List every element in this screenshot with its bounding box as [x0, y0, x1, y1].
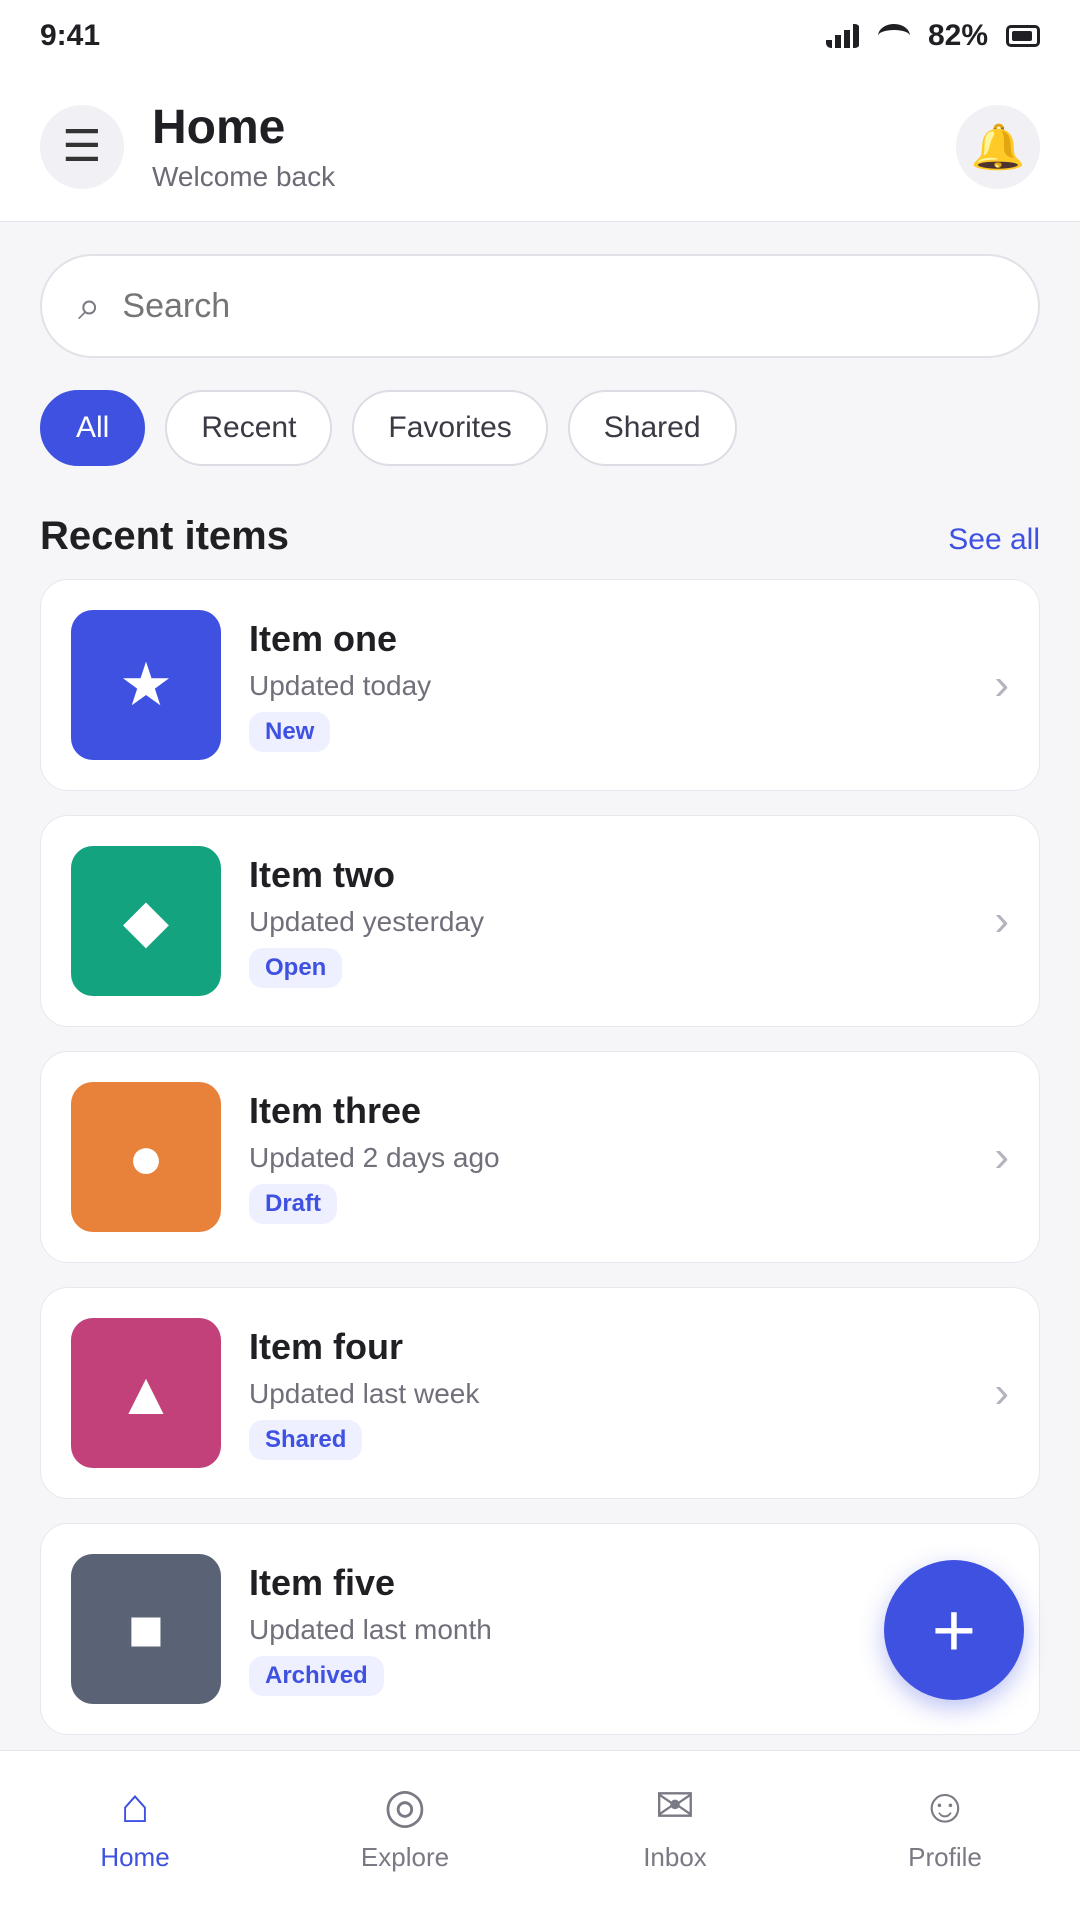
battery-icon [1006, 25, 1040, 47]
chip-shared[interactable]: Shared [567, 390, 737, 466]
status-badge: New [249, 712, 331, 752]
nav-item-inbox[interactable]: ✉ Inbox [575, 1778, 775, 1873]
bottom-navigation: ⌂ Home ◎ Explore ✉ Inbox ☺ Profile [0, 1750, 1080, 1920]
item-thumbnail-icon: ▲ [71, 1318, 221, 1468]
nav-item-home[interactable]: ⌂ Home [35, 1779, 235, 1873]
see-all-link[interactable]: See all [948, 523, 1040, 557]
section-header: Recent items See all [0, 466, 1080, 579]
status-time: 9:41 [40, 19, 101, 52]
nav-label: Profile [908, 1841, 982, 1872]
battery-level: 82% [927, 19, 988, 52]
chip-favorites[interactable]: Favorites [352, 390, 548, 466]
list-item[interactable]: ▲ Item four Updated last week Shared › [40, 1287, 1040, 1499]
status-badge: Open [249, 948, 343, 988]
list-item[interactable]: ★ Item one Updated today New › [40, 579, 1040, 791]
chevron-right-icon: › [994, 660, 1009, 709]
nav-item-profile[interactable]: ☺ Profile [845, 1779, 1045, 1873]
nav-label: Inbox [643, 1842, 707, 1872]
status-icons: 82% [825, 19, 1040, 53]
list-item[interactable]: ● Item three Updated 2 days ago Draft › [40, 1051, 1040, 1263]
item-title: Item five [249, 1562, 396, 1603]
search-icon: ⌕ [78, 283, 101, 328]
bell-icon: 🔔 [970, 122, 1026, 172]
section-title: Recent items [40, 514, 289, 558]
item-meta: Updated last week [249, 1378, 480, 1409]
item-thumbnail-icon: ● [71, 1082, 221, 1232]
item-title: Item four [249, 1326, 404, 1367]
item-body: Item one Updated today New [249, 618, 966, 752]
item-thumbnail-icon: ◆ [71, 846, 221, 996]
add-button[interactable]: + [884, 1560, 1024, 1700]
item-meta: Updated yesterday [249, 906, 485, 937]
status-bar: 9:41 82% [0, 0, 1080, 72]
nav-profile-icon: ☺ [920, 1779, 970, 1833]
item-title: Item one [249, 618, 398, 659]
title-block: Home Welcome back [152, 100, 928, 193]
chevron-right-icon: › [994, 896, 1009, 945]
item-body: Item four Updated last week Shared [249, 1326, 966, 1460]
item-thumbnail-icon: ★ [71, 610, 221, 760]
item-meta: Updated today [249, 670, 432, 701]
item-body: Item five Updated last month Archived [249, 1562, 966, 1696]
item-body: Item two Updated yesterday Open [249, 854, 966, 988]
item-title: Item three [249, 1090, 422, 1131]
signal-icon [825, 24, 860, 48]
nav-explore-icon: ◎ [384, 1780, 426, 1833]
plus-icon: + [931, 1587, 977, 1673]
status-badge: Archived [249, 1656, 384, 1696]
chevron-right-icon: › [994, 1132, 1009, 1181]
page-title: Home [152, 101, 286, 154]
menu-icon: ☰ [62, 122, 102, 171]
app-header: ☰ Home Welcome back 🔔 [0, 72, 1080, 222]
list-item[interactable]: ◆ Item two Updated yesterday Open › [40, 815, 1040, 1027]
nav-home-icon: ⌂ [120, 1779, 150, 1833]
chevron-right-icon: › [994, 1368, 1009, 1417]
chip-all[interactable]: All [40, 390, 146, 466]
notifications-button[interactable]: 🔔 [956, 104, 1040, 189]
page-subtitle: Welcome back [152, 161, 336, 192]
filter-chips: All Recent Favorites Shared [0, 358, 1080, 466]
nav-item-explore[interactable]: ◎ Explore [305, 1778, 505, 1873]
item-thumbnail-icon: ■ [71, 1554, 221, 1704]
menu-button[interactable]: ☰ [40, 104, 124, 189]
nav-inbox-icon: ✉ [654, 1780, 696, 1833]
wifi-icon [877, 24, 910, 48]
search-bar[interactable]: ⌕ [40, 254, 1040, 358]
status-badge: Draft [249, 1184, 338, 1224]
search-input[interactable] [122, 286, 1002, 326]
item-meta: Updated last month [249, 1614, 492, 1645]
item-meta: Updated 2 days ago [249, 1142, 500, 1173]
item-title: Item two [249, 854, 396, 895]
chip-recent[interactable]: Recent [165, 390, 333, 466]
nav-label: Explore [360, 1842, 450, 1872]
item-body: Item three Updated 2 days ago Draft [249, 1090, 966, 1224]
nav-label: Home [100, 1841, 170, 1872]
status-badge: Shared [249, 1420, 363, 1460]
